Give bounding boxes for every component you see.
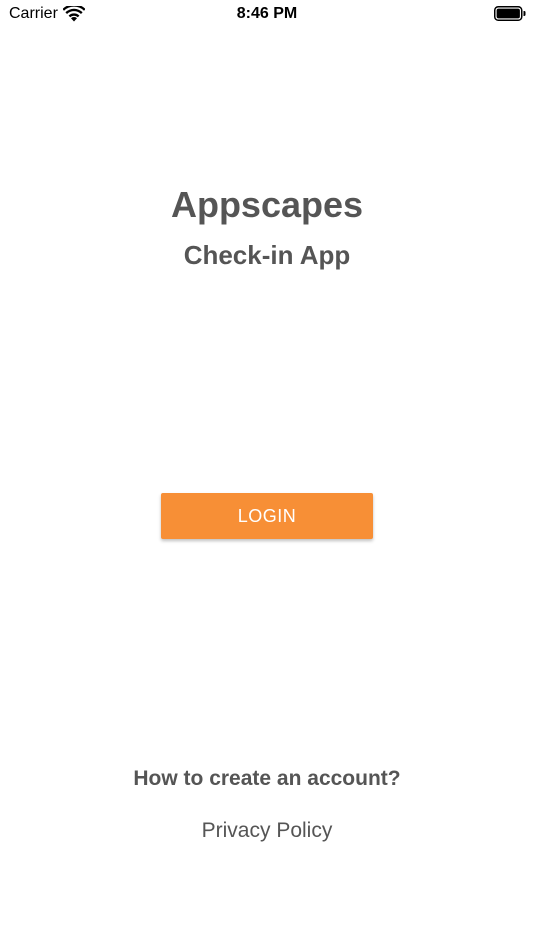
app-subtitle: Check-in App — [183, 240, 351, 270]
battery-icon — [494, 6, 526, 21]
login-screen: Carrier 8:46 PM Appscapes Check-in App L… — [0, 0, 534, 950]
login-button-label: LOGIN — [237, 505, 297, 526]
create-account-label: How to create an account? — [133, 767, 401, 790]
privacy-policy-link[interactable]: Privacy Policy — [0, 817, 534, 845]
create-account-link[interactable]: How to create an account? — [0, 765, 534, 793]
login-button[interactable]: LOGIN — [161, 493, 373, 539]
status-bar: Carrier 8:46 PM — [0, 0, 534, 28]
privacy-policy-label: Privacy Policy — [201, 819, 333, 842]
status-time: 8:46 PM — [236, 5, 298, 22]
app-title: Appscapes — [170, 184, 364, 225]
